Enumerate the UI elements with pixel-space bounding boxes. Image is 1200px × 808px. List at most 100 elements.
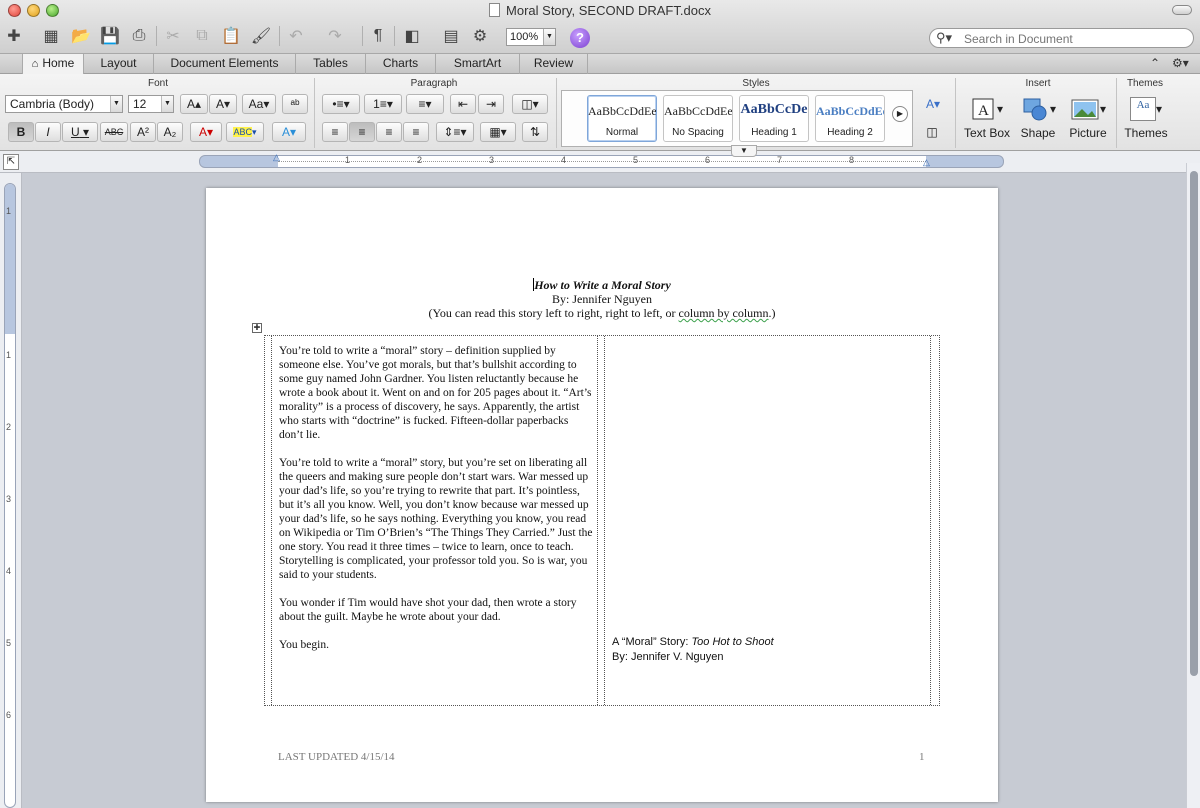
style-normal[interactable]: AaBbCcDdEe Normal bbox=[587, 95, 657, 142]
ruler-collapse-icon[interactable]: ▼ bbox=[731, 145, 757, 157]
tab-layout[interactable]: Layout bbox=[84, 54, 154, 74]
tab-review[interactable]: Review bbox=[520, 54, 588, 74]
text-effects-icon: A▾ bbox=[281, 125, 297, 139]
style-no-spacing[interactable]: AaBbCcDdEe No Spacing bbox=[663, 95, 733, 142]
open-folder-icon[interactable]: 📂 bbox=[70, 25, 92, 47]
tab-charts[interactable]: Charts bbox=[366, 54, 436, 74]
copy-icon[interactable]: ⧉ bbox=[191, 25, 213, 47]
italic-button[interactable]: I bbox=[35, 122, 61, 142]
gallery-icon[interactable]: ▤ bbox=[440, 25, 462, 47]
style-name: Normal bbox=[605, 127, 639, 138]
paste-icon[interactable]: 📋 bbox=[220, 25, 242, 47]
manage-styles-button[interactable]: ◫ bbox=[919, 122, 945, 142]
window-toolbar: Moral Story, SECOND DRAFT.docx ✚ ▦ 📂 💾 ⎙… bbox=[0, 0, 1200, 54]
style-name: Heading 1 bbox=[751, 127, 797, 138]
scrollbar-thumb[interactable] bbox=[1190, 171, 1198, 676]
print-icon[interactable]: ⎙ bbox=[128, 25, 150, 47]
underline-button[interactable]: U ▾ bbox=[62, 122, 98, 142]
group-label-themes: Themes bbox=[1126, 78, 1164, 89]
document-page[interactable]: How to Write a Moral Story By: Jennifer … bbox=[206, 188, 998, 802]
justify-button[interactable]: ≡ bbox=[403, 122, 429, 142]
zoom-select[interactable]: 100% ▼ bbox=[506, 28, 556, 46]
styles-next-icon[interactable]: ▶ bbox=[892, 106, 908, 122]
new-document-icon[interactable]: ✚ bbox=[3, 25, 25, 47]
line-spacing-button[interactable]: ⇕≡▾ bbox=[436, 122, 474, 142]
vertical-ruler[interactable]: 1 1 2 3 4 5 6 bbox=[4, 183, 16, 808]
decrease-indent-button[interactable]: ⇤ bbox=[450, 94, 476, 114]
numbering-button[interactable]: 1≡▾ bbox=[364, 94, 402, 114]
vertical-scrollbar[interactable] bbox=[1186, 163, 1200, 808]
ruler-number: 7 bbox=[777, 155, 783, 165]
shape-icon: ▾ bbox=[1013, 94, 1063, 124]
toolbox-icon[interactable]: ⚙ bbox=[469, 25, 491, 47]
story-table[interactable]: You’re told to write a “moral” story – d… bbox=[264, 335, 940, 706]
save-icon[interactable]: 💾 bbox=[99, 25, 121, 47]
ribbon-settings-icon[interactable]: ⚙▾ bbox=[1172, 56, 1189, 70]
chevron-down-icon: ▼ bbox=[110, 96, 122, 112]
ruler-number: 3 bbox=[489, 155, 495, 165]
table-cell-right[interactable]: A “Moral” Story: Too Hot to Shoot By: Je… bbox=[604, 336, 931, 705]
collapse-ribbon-icon[interactable]: ⌃ bbox=[1150, 56, 1160, 70]
redo-icon[interactable]: ↷ bbox=[324, 25, 346, 47]
tab-selector-icon[interactable]: ⇱ bbox=[3, 154, 19, 170]
tab-smartart[interactable]: SmartArt bbox=[436, 54, 520, 74]
decrease-indent-icon: ⇤ bbox=[457, 97, 469, 111]
tab-layout-label: Layout bbox=[100, 56, 137, 70]
superscript-button[interactable]: A² bbox=[130, 122, 156, 142]
search-input[interactable] bbox=[964, 31, 1184, 46]
right-indent-marker-icon[interactable]: △ bbox=[923, 157, 930, 168]
tab-home[interactable]: ⌂ Home bbox=[22, 54, 84, 75]
ruler-number: 1 bbox=[6, 206, 12, 216]
clear-formatting-button[interactable]: ᵃᵇ bbox=[282, 94, 308, 114]
ribbon-tabs: ⌂ Home Layout Document Elements Tables Ch… bbox=[0, 54, 1200, 75]
style-heading-2[interactable]: AaBbCcDdEe Heading 2 bbox=[815, 95, 885, 142]
bold-button[interactable]: B bbox=[8, 122, 34, 142]
sort-button[interactable]: ⇅ bbox=[522, 122, 548, 142]
help-icon[interactable]: ? bbox=[570, 28, 590, 48]
text-style-button[interactable]: A▾ bbox=[919, 94, 947, 114]
style-heading-1[interactable]: AaBbCcDe Heading 1 bbox=[739, 95, 809, 142]
align-center-button[interactable]: ≡ bbox=[349, 122, 375, 142]
text-box-button[interactable]: A ▾ Text Box bbox=[962, 94, 1012, 144]
format-painter-icon[interactable]: 🖌 bbox=[250, 25, 272, 47]
style-sample: AaBbCcDdEe bbox=[664, 104, 732, 118]
change-case-button[interactable]: Aa▾ bbox=[242, 94, 276, 114]
bullets-button[interactable]: •≡▾ bbox=[322, 94, 360, 114]
ruler-ticks bbox=[278, 161, 926, 162]
tab-document-elements[interactable]: Document Elements bbox=[154, 54, 296, 74]
strikethrough-button[interactable]: ABC bbox=[100, 122, 128, 142]
horizontal-ruler[interactable]: 1 2 3 4 5 6 7 8 △ △ bbox=[199, 152, 1004, 168]
shrink-font-button[interactable]: A▾ bbox=[209, 94, 237, 114]
footer-last-updated: LAST UPDATED 4/15/14 bbox=[278, 751, 395, 763]
align-left-button[interactable]: ≡ bbox=[322, 122, 348, 142]
undo-icon[interactable]: ↶ bbox=[285, 25, 307, 47]
text-effects-button[interactable]: A▾ bbox=[272, 122, 306, 142]
subscript-button[interactable]: A₂ bbox=[157, 122, 183, 142]
tab-tables[interactable]: Tables bbox=[296, 54, 366, 74]
multilevel-list-button[interactable]: ≡▾ bbox=[406, 94, 444, 114]
cut-icon[interactable]: ✂ bbox=[162, 25, 184, 47]
columns-button[interactable]: ◫▾ bbox=[512, 94, 548, 114]
table-move-handle-icon[interactable]: ✚ bbox=[252, 323, 262, 333]
table-cell-left[interactable]: You’re told to write a “moral” story – d… bbox=[271, 336, 598, 705]
templates-gallery-icon[interactable]: ▦ bbox=[40, 25, 62, 47]
grow-font-button[interactable]: A▴ bbox=[180, 94, 208, 114]
show-formatting-icon[interactable]: ¶ bbox=[367, 25, 389, 47]
align-right-button[interactable]: ≡ bbox=[376, 122, 402, 142]
font-name-select[interactable]: Cambria (Body) ▼ bbox=[5, 95, 123, 113]
toolbar-toggle-button[interactable] bbox=[1172, 5, 1192, 15]
themes-button[interactable]: Aa ▾ Themes bbox=[1121, 94, 1171, 144]
shape-button[interactable]: ▾ Shape bbox=[1013, 94, 1063, 144]
sidebar-icon[interactable]: ◧ bbox=[401, 25, 423, 47]
font-color-button[interactable]: A▾ bbox=[190, 122, 222, 142]
borders-icon: ▦▾ bbox=[489, 125, 507, 139]
story-paragraph: You’re told to write a “moral” story – d… bbox=[279, 345, 592, 441]
font-size-select[interactable]: 12 ▼ bbox=[128, 95, 174, 113]
search-box[interactable]: ⚲▾ bbox=[929, 28, 1194, 48]
borders-button[interactable]: ▦▾ bbox=[480, 122, 516, 142]
left-indent-marker-icon[interactable]: △ bbox=[273, 152, 280, 163]
increase-indent-button[interactable]: ⇥ bbox=[478, 94, 504, 114]
highlight-button[interactable]: ABC ▾ bbox=[226, 122, 264, 142]
picture-button[interactable]: ▾ Picture bbox=[1063, 94, 1113, 144]
window-title: Moral Story, SECOND DRAFT.docx bbox=[0, 3, 1200, 18]
